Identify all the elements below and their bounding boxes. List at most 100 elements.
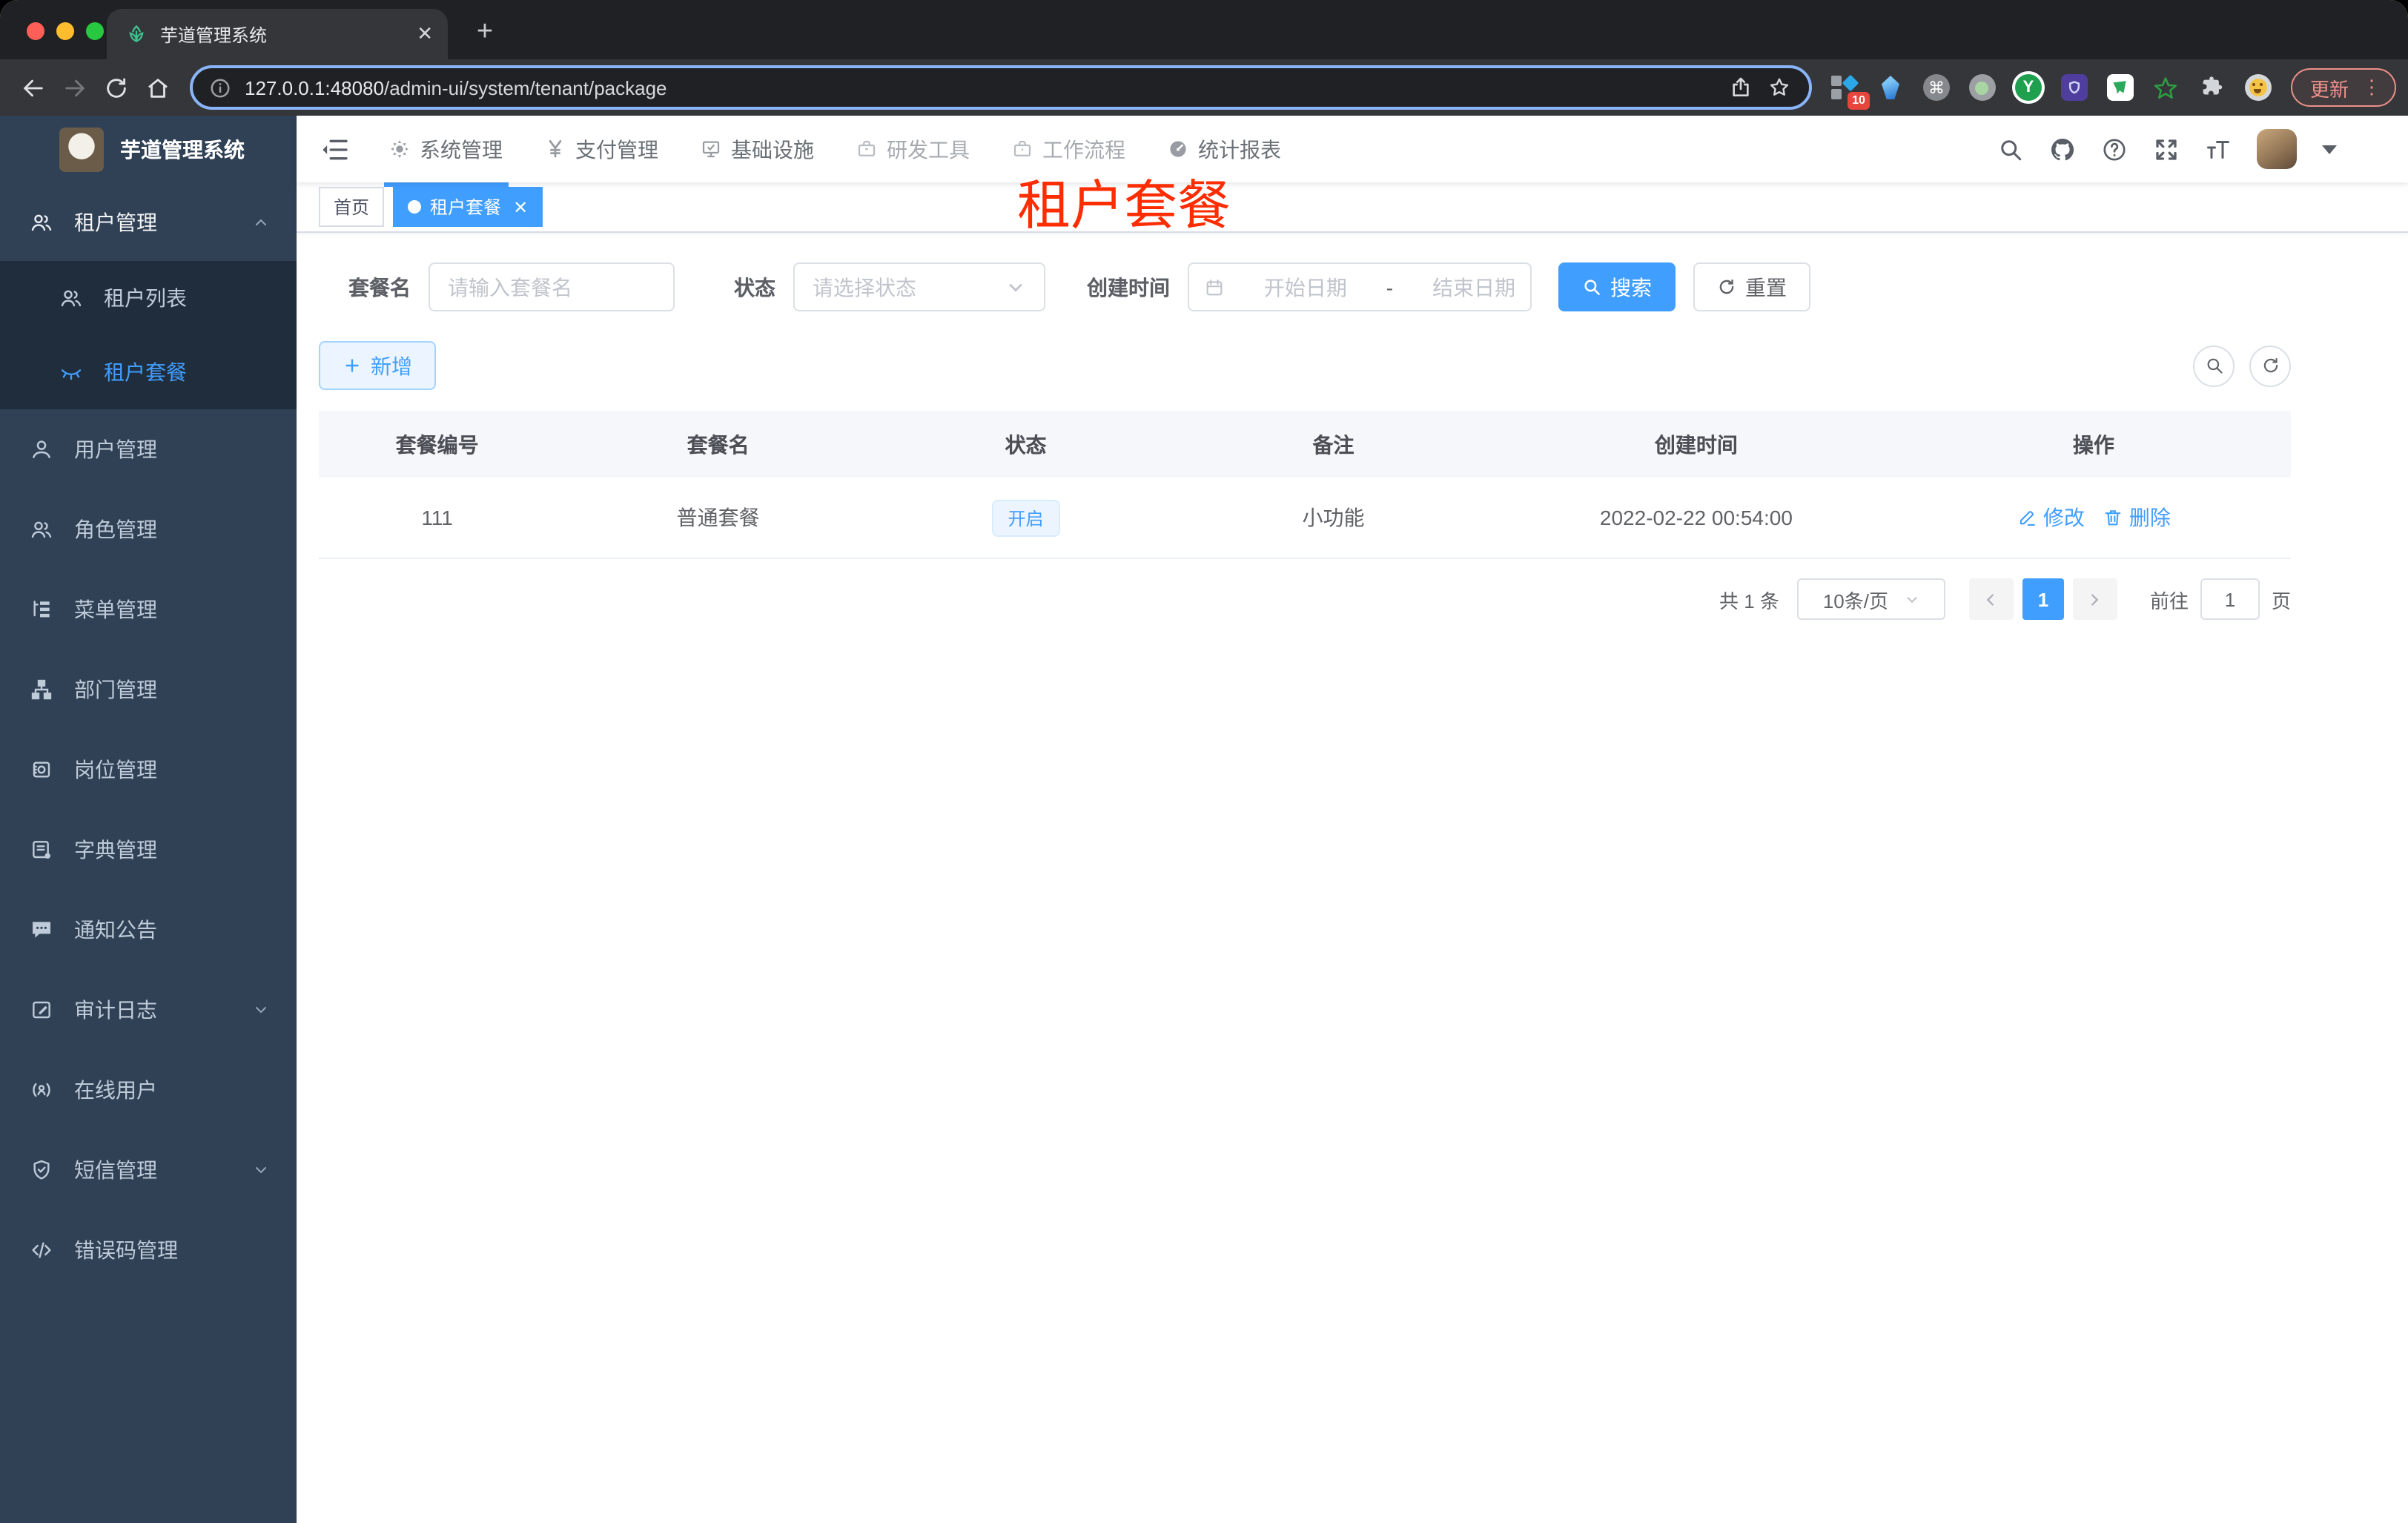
home-button[interactable]	[136, 67, 178, 108]
next-page-button[interactable]	[2072, 578, 2117, 620]
sidebar-item-role-management[interactable]: 角色管理	[0, 489, 297, 569]
sidebar-item-user-management[interactable]: 用户管理	[0, 409, 297, 489]
top-menu-workflow[interactable]: 工作流程	[990, 116, 1146, 182]
search-icon[interactable]	[1997, 136, 2024, 162]
sidebar-item-label: 审计日志	[74, 998, 157, 1022]
tags-view-bar: 首页 租户套餐 ✕	[297, 182, 2408, 233]
tag-tenant-package[interactable]: 租户套餐 ✕	[393, 187, 543, 227]
help-icon[interactable]	[2101, 136, 2128, 162]
sidebar-item-notice-announcement[interactable]: 通知公告	[0, 890, 297, 970]
delete-link[interactable]: 删除	[2103, 503, 2171, 532]
sidebar-item-online-users[interactable]: 在线用户	[0, 1050, 297, 1130]
profile-face-icon[interactable]	[2243, 73, 2273, 102]
puzzle-icon[interactable]	[2197, 73, 2227, 102]
sidebar-submenu-tenant: 租户列表 租户套餐	[0, 261, 297, 409]
command-icon[interactable]: ⌘	[1922, 73, 1951, 102]
github-icon[interactable]	[2049, 136, 2076, 162]
sidebar-item-sms-management[interactable]: 短信管理	[0, 1130, 297, 1210]
extensions-row: 10 ⌘ Y	[1830, 73, 2273, 110]
tag-close-icon[interactable]: ✕	[513, 196, 528, 217]
star-green-icon[interactable]	[2151, 73, 2181, 102]
status-badge: 开启	[991, 499, 1060, 536]
sidebar-item-tenant-list[interactable]: 租户列表	[0, 261, 297, 335]
bookmark-star-icon[interactable]	[1767, 76, 1791, 99]
sidebar-item-tenant-management[interactable]: 租户管理	[0, 184, 297, 261]
date-range-picker[interactable]: 开始日期 - 结束日期	[1188, 262, 1532, 311]
sidebar-item-post-management[interactable]: 岗位管理	[0, 730, 297, 810]
close-window-button[interactable]	[27, 22, 44, 40]
browser-menu-icon[interactable]: ⋮	[2362, 76, 2381, 99]
url-text[interactable]: 127.0.0.1:48080/admin-ui/system/tenant/p…	[245, 76, 667, 99]
browser-update-button[interactable]: 更新 ⋮	[2290, 68, 2396, 107]
share-icon[interactable]	[1729, 76, 1753, 99]
new-tab-button[interactable]: +	[466, 13, 504, 52]
add-button-label: 新增	[371, 354, 412, 377]
tag-home[interactable]: 首页	[319, 187, 385, 227]
url-host: 127.0.0.1:48080	[245, 76, 384, 99]
tab-close-icon[interactable]: ✕	[417, 22, 433, 46]
column-header[interactable]: 备注	[1171, 429, 1496, 459]
column-header[interactable]: 状态	[881, 429, 1171, 459]
chevron-down-icon	[252, 1001, 270, 1019]
add-button[interactable]: 新增	[319, 341, 436, 390]
toolbox-icon	[858, 140, 876, 156]
status-select[interactable]: 请选择状态	[793, 262, 1045, 311]
trash-icon	[2105, 510, 2121, 526]
avatar-caret-down-icon[interactable]	[2322, 145, 2337, 153]
column-header[interactable]: 套餐编号	[319, 429, 555, 459]
goto-page: 前往 1 页	[2150, 578, 2291, 620]
forward-button[interactable]	[53, 67, 95, 108]
top-menu-system-management[interactable]: 系统管理	[368, 116, 523, 182]
shield-purple-icon[interactable]	[2060, 73, 2089, 102]
top-menu-payment-management[interactable]: 支付管理	[523, 116, 679, 182]
green-dot-icon[interactable]	[1968, 73, 1997, 102]
tag-label: 首页	[334, 197, 370, 218]
user-avatar[interactable]	[2257, 129, 2297, 169]
address-bar[interactable]: 127.0.0.1:48080/admin-ui/system/tenant/p…	[190, 65, 1812, 110]
chat-green-icon[interactable]	[2106, 73, 2135, 102]
package-table: 套餐编号 套餐名 状态 备注 创建时间 操作 111 普通套餐 开启 小功能 2…	[319, 411, 2291, 559]
prev-page-button[interactable]	[1968, 578, 2014, 620]
sidebar-item-label: 岗位管理	[74, 758, 157, 782]
column-header[interactable]: 套餐名	[555, 429, 881, 459]
reload-button[interactable]	[95, 67, 136, 108]
search-button[interactable]: 搜索	[1558, 262, 1676, 311]
column-header[interactable]: 创建时间	[1496, 429, 1896, 459]
maximize-window-button[interactable]	[86, 22, 104, 40]
sidebar-item-dict-management[interactable]: 字典管理	[0, 810, 297, 890]
toggle-search-button[interactable]	[2193, 345, 2235, 386]
grid-diamond-icon[interactable]: 10	[1830, 73, 1870, 110]
sidebar-item-error-code-management[interactable]: 错误码管理	[0, 1210, 297, 1290]
page-size-select[interactable]: 10条/页	[1796, 578, 1945, 620]
y-circle-icon[interactable]: Y	[2014, 73, 2043, 102]
fullscreen-icon[interactable]	[2153, 136, 2180, 162]
sidebar-item-label: 短信管理	[74, 1158, 157, 1182]
minimize-window-button[interactable]	[56, 22, 74, 40]
browser-tab[interactable]: 芋道管理系统 ✕	[107, 9, 448, 59]
table-tool-icons	[2193, 345, 2291, 386]
reset-button[interactable]: 重置	[1693, 262, 1810, 311]
top-menu-infrastructure[interactable]: 基础设施	[679, 116, 835, 182]
package-name-input[interactable]: 请输入套餐名	[429, 262, 675, 311]
sidebar-item-tenant-package[interactable]: 租户套餐	[0, 335, 297, 409]
top-menu-statistics-report[interactable]: 统计报表	[1146, 116, 1302, 182]
refresh-table-button[interactable]	[2249, 345, 2291, 386]
gem-icon[interactable]	[1876, 73, 1905, 102]
sidebar-fold-icon[interactable]	[320, 134, 350, 164]
site-info-icon[interactable]	[209, 76, 231, 99]
browser-tab-bar: 芋道管理系统 ✕ +	[0, 0, 2408, 59]
font-size-icon[interactable]	[2205, 136, 2232, 162]
goto-page-input[interactable]: 1	[2200, 578, 2260, 620]
sidebar-logo[interactable]: 芋道管理系统	[0, 116, 297, 184]
sidebar-item-dept-management[interactable]: 部门管理	[0, 650, 297, 730]
top-menu-dev-tools[interactable]: 研发工具	[835, 116, 990, 182]
table-row[interactable]: 111 普通套餐 开启 小功能 2022-02-22 00:54:00 修改 删…	[319, 478, 2291, 559]
current-page-button[interactable]: 1	[2022, 578, 2064, 620]
column-header[interactable]: 操作	[1896, 429, 2291, 459]
sidebar-item-menu-management[interactable]: 菜单管理	[0, 569, 297, 650]
sidebar-item-label: 用户管理	[74, 437, 157, 461]
back-button[interactable]	[12, 67, 53, 108]
edit-link[interactable]: 修改	[2017, 503, 2085, 532]
edit-pencil-icon	[2020, 511, 2035, 526]
sidebar-item-audit-log[interactable]: 审计日志	[0, 970, 297, 1050]
